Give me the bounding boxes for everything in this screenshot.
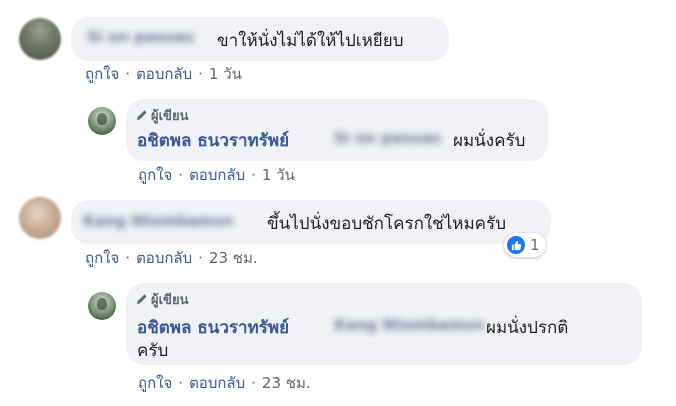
separator: ·: [125, 249, 131, 267]
avatar[interactable]: [19, 197, 61, 239]
reply-actions: ถูกใจ · ตอบกลับ · 1 วัน: [138, 163, 295, 187]
author-badge: ผู้เขียน: [136, 289, 188, 310]
like-link[interactable]: ถูกใจ: [85, 249, 119, 267]
mention-name[interactable]: Si on pasuas: [334, 129, 441, 147]
comment-author-name[interactable]: Kang Ntombamsn: [83, 212, 233, 230]
reply-link[interactable]: ตอบกลับ: [136, 65, 192, 83]
comment-text: ขึ้นไปนั่งขอบชักโครกใช่ไหมครับ: [267, 214, 506, 234]
comment-bubble: Kang Ntombamsn ขึ้นไปนั่งขอบชักโครกใช่ไห…: [71, 200, 551, 244]
comment-bubble: Si on pasuas ขาให้นั่งไม่ได้ให้ไปเหยียบ: [71, 17, 449, 61]
comment-text: ขาให้นั่งไม่ได้ให้ไปเหยียบ: [217, 31, 404, 51]
like-link[interactable]: ถูกใจ: [85, 65, 119, 83]
mention-name[interactable]: Kang Ntombamsn: [334, 316, 484, 334]
reply-text-line-1: ผมนั่งปรกติ: [486, 318, 569, 338]
author-badge: ผู้เขียน: [136, 105, 188, 126]
reply-bubble: ผู้เขียน อชิตพล ธนวราทรัพย์ Kang Ntombam…: [126, 283, 642, 365]
separator: ·: [251, 374, 256, 392]
like-icon: [507, 236, 525, 254]
reaction-count: 1: [530, 236, 540, 254]
separator: ·: [198, 249, 203, 267]
like-link[interactable]: ถูกใจ: [138, 166, 172, 184]
author-badge-label: ผู้เขียน: [151, 293, 189, 308]
separator: ·: [198, 65, 203, 83]
pencil-icon: [137, 294, 147, 304]
timestamp[interactable]: 23 ชม.: [209, 249, 258, 267]
separator: ·: [178, 166, 184, 184]
comment-author-name[interactable]: Si on pasuas: [87, 28, 194, 46]
separator: ·: [251, 166, 256, 184]
thumbs-up-icon: [511, 240, 521, 250]
like-link[interactable]: ถูกใจ: [138, 374, 172, 392]
timestamp[interactable]: 23 ชม.: [262, 374, 311, 392]
pencil-icon: [137, 110, 147, 120]
separator: ·: [178, 374, 184, 392]
avatar[interactable]: [19, 18, 61, 60]
reply-link[interactable]: ตอบกลับ: [189, 374, 245, 392]
reply-text-line-2: ครับ: [137, 341, 169, 361]
reply-text: ผมนั่งครับ: [453, 131, 526, 151]
comment-actions: ถูกใจ · ตอบกลับ · 1 วัน: [85, 62, 242, 86]
reply-bubble: ผู้เขียน อชิตพล ธนวราทรัพย์ Si on pasuas…: [126, 99, 548, 161]
timestamp[interactable]: 1 วัน: [209, 65, 242, 83]
author-badge-label: ผู้เขียน: [151, 109, 189, 124]
reaction-badge[interactable]: 1: [504, 233, 546, 257]
reply-link[interactable]: ตอบกลับ: [136, 249, 192, 267]
comment-actions: ถูกใจ · ตอบกลับ · 23 ชม.: [85, 246, 258, 270]
reply-actions: ถูกใจ · ตอบกลับ · 23 ชม.: [138, 371, 311, 395]
timestamp[interactable]: 1 วัน: [262, 166, 295, 184]
avatar[interactable]: [88, 107, 116, 135]
reply-author-name[interactable]: อชิตพล ธนวราทรัพย์: [137, 127, 289, 154]
avatar[interactable]: [88, 292, 116, 320]
reply-link[interactable]: ตอบกลับ: [189, 166, 245, 184]
separator: ·: [125, 65, 131, 83]
